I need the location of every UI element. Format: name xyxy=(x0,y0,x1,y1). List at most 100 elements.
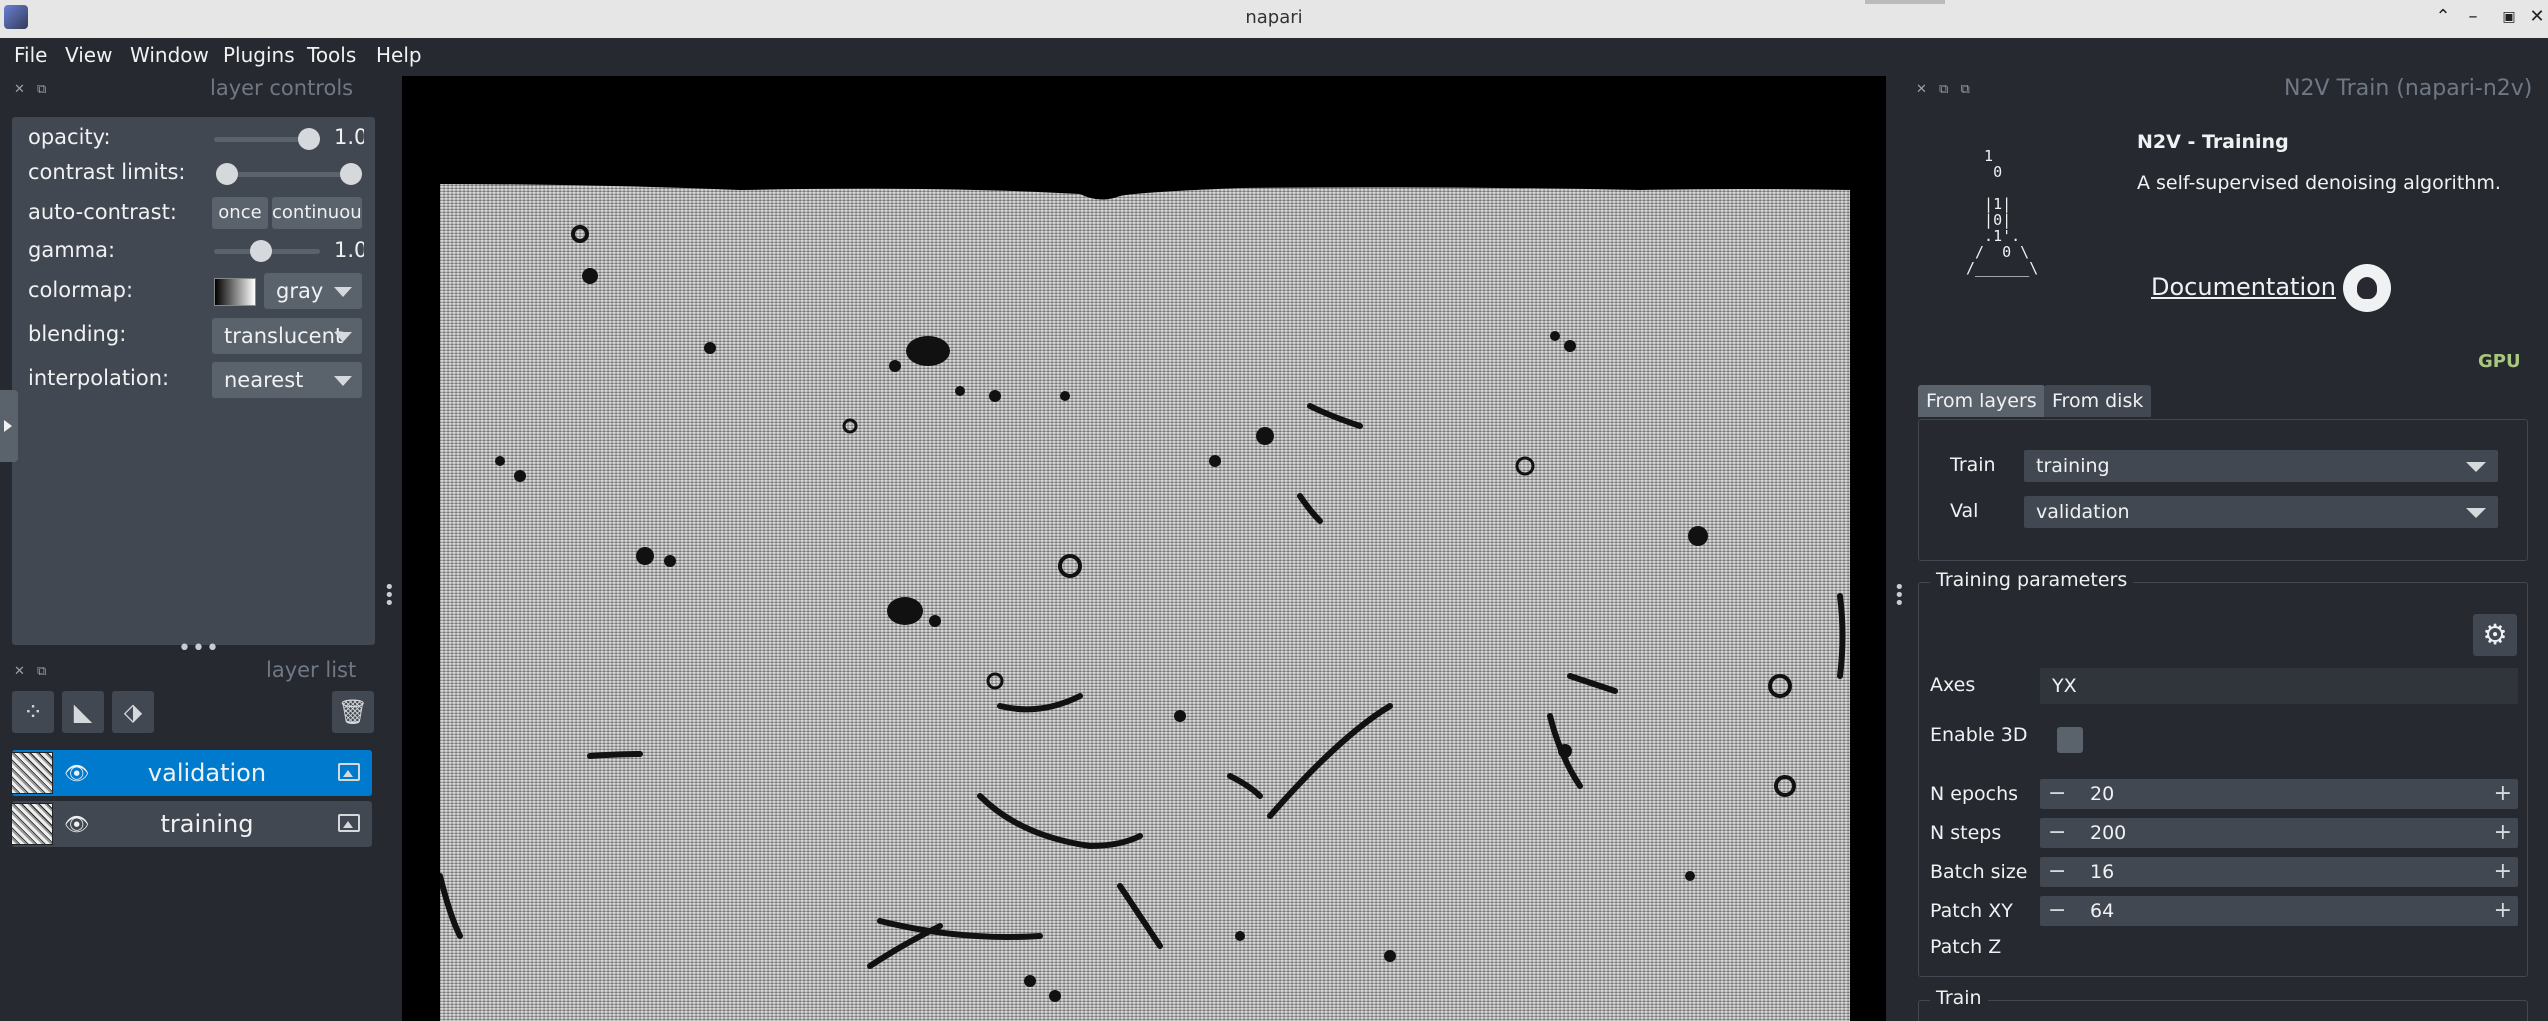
viewer-canvas[interactable] xyxy=(402,76,1886,1021)
maximize-window-icon[interactable]: ▣ xyxy=(2498,6,2520,28)
layer-controls-dock-buttons[interactable]: ✕ ⧉ xyxy=(14,82,50,97)
auto-contrast-once-button[interactable]: once xyxy=(212,197,268,229)
opacity-slider-handle[interactable] xyxy=(298,128,320,150)
val-layer-select[interactable]: validation xyxy=(2024,496,2498,528)
blending-select[interactable]: translucent xyxy=(212,318,362,354)
batch-size-label: Batch size xyxy=(1930,861,2028,883)
opacity-label: opacity: xyxy=(28,125,111,149)
tab-from-disk[interactable]: From disk xyxy=(2044,385,2152,417)
plus-icon[interactable]: + xyxy=(2494,896,2512,926)
n2v-subtitle: A self-supervised denoising algorithm. xyxy=(2137,172,2501,194)
gamma-value: 1.0 xyxy=(334,238,364,262)
layer-row-training[interactable]: 👁 training xyxy=(11,801,372,847)
window-title: napari xyxy=(1245,7,1303,28)
colormap-label: colormap: xyxy=(28,278,134,302)
menu-help[interactable]: Help xyxy=(376,43,422,67)
enable-3d-label: Enable 3D xyxy=(1930,724,2028,746)
train-section-title: Train xyxy=(1930,987,1988,1009)
github-icon[interactable] xyxy=(2343,264,2391,312)
contrast-limits-slider[interactable] xyxy=(224,172,352,177)
n-epochs-value: 20 xyxy=(2090,783,2115,805)
patch-xy-spinbox[interactable]: − 64 + xyxy=(2040,896,2518,926)
chevron-down-icon xyxy=(2466,462,2486,472)
visibility-eye-icon[interactable]: 👁 xyxy=(64,761,89,785)
layer-list-dock-title: layer list xyxy=(266,658,357,682)
contrast-limits-max-handle[interactable] xyxy=(340,163,362,185)
documentation-link[interactable]: Documentation xyxy=(2151,273,2336,301)
canvas-right-splitter[interactable]: • • • xyxy=(1894,579,1905,613)
gamma-slider-handle[interactable] xyxy=(250,240,272,262)
image-features xyxy=(440,176,1850,1002)
image-layer-display xyxy=(440,176,1850,1021)
minimize-window-icon[interactable]: – xyxy=(2462,6,2484,28)
interpolation-select-value: nearest xyxy=(224,368,304,392)
menu-view[interactable]: View xyxy=(65,43,112,67)
layer-name: training xyxy=(160,810,254,838)
menu-bar: File View Window Plugins Tools Help xyxy=(0,38,2548,76)
val-layer-value: validation xyxy=(2036,501,2130,523)
contrast-limits-label: contrast limits: xyxy=(28,160,186,184)
menu-tools[interactable]: Tools xyxy=(307,43,356,67)
n-epochs-label: N epochs xyxy=(1930,783,2019,805)
menu-window[interactable]: Window xyxy=(130,43,209,67)
plus-icon[interactable]: + xyxy=(2494,779,2512,809)
colormap-select[interactable]: gray xyxy=(264,273,362,309)
training-parameters-title: Training parameters xyxy=(1930,569,2134,591)
new-shapes-layer-button[interactable]: ◣ xyxy=(62,691,104,733)
axes-input[interactable]: YX xyxy=(2040,668,2518,704)
napari-window: napari ⌃ – ▣ ✕ File View Window Plugins … xyxy=(0,0,2548,1021)
layer-list-dock-buttons[interactable]: ✕ ⧉ xyxy=(14,664,50,679)
new-labels-layer-button[interactable]: ⬗ xyxy=(112,691,154,733)
interpolation-label: interpolation: xyxy=(28,366,170,390)
auto-contrast-label: auto-contrast: xyxy=(28,200,177,224)
n-steps-spinbox[interactable]: − 200 + xyxy=(2040,818,2518,848)
new-points-layer-button[interactable]: ⁘ xyxy=(12,691,54,733)
train-section-frame xyxy=(1918,1000,2528,1021)
canvas-left-splitter[interactable]: • • • xyxy=(384,579,396,613)
n-epochs-spinbox[interactable]: − 20 + xyxy=(2040,779,2518,809)
close-window-icon[interactable]: ✕ xyxy=(2526,6,2548,28)
colormap-preview xyxy=(214,278,256,306)
minus-icon[interactable]: − xyxy=(2048,818,2066,848)
layer-thumbnail xyxy=(11,752,53,794)
menu-plugins[interactable]: Plugins xyxy=(223,43,295,67)
interpolation-select[interactable]: nearest xyxy=(212,362,362,398)
plugin-dock-buttons[interactable]: ✕ ⧉ ⧉ xyxy=(1916,82,1974,97)
train-layer-select[interactable]: training xyxy=(2024,450,2498,482)
plus-icon[interactable]: + xyxy=(2494,818,2512,848)
data-selection-frame xyxy=(1918,419,2528,561)
tab-from-layers[interactable]: From layers xyxy=(1918,385,2045,417)
patch-xy-label: Patch XY xyxy=(1930,900,2013,922)
batch-size-spinbox[interactable]: − 16 + xyxy=(2040,857,2518,887)
labels-tag-icon: ⬗ xyxy=(123,698,143,726)
delete-layer-button[interactable]: 🗑 xyxy=(332,691,374,733)
minus-icon[interactable]: − xyxy=(2048,896,2066,926)
visibility-eye-icon[interactable]: 👁 xyxy=(64,812,89,836)
shapes-icon: ◣ xyxy=(73,698,93,726)
patch-xy-value: 64 xyxy=(2090,900,2115,922)
chevron-down-icon xyxy=(334,376,352,386)
layer-row-validation[interactable]: 👁 validation xyxy=(11,750,372,796)
auto-contrast-continuous-button[interactable]: continuous xyxy=(272,197,362,229)
blending-label: blending: xyxy=(28,322,127,346)
minus-icon[interactable]: − xyxy=(2048,857,2066,887)
enable-3d-checkbox[interactable] xyxy=(2057,727,2083,753)
dock-expand-handle[interactable] xyxy=(0,390,18,462)
n-steps-value: 200 xyxy=(2090,822,2127,844)
image-layer-icon xyxy=(338,814,360,832)
plus-icon[interactable]: + xyxy=(2494,857,2512,887)
n-steps-label: N steps xyxy=(1930,822,2002,844)
expand-arrow-icon xyxy=(4,420,12,432)
menu-file[interactable]: File xyxy=(14,43,47,67)
train-layer-label: Train xyxy=(1950,454,1996,476)
collapse-window-icon[interactable]: ⌃ xyxy=(2432,6,2454,28)
image-layer-icon xyxy=(338,763,360,781)
advanced-settings-button[interactable]: ⚙ xyxy=(2473,614,2517,656)
colormap-select-value: gray xyxy=(276,279,324,303)
contrast-limits-min-handle[interactable] xyxy=(216,163,238,185)
title-bar-tab-indicator xyxy=(1865,0,1945,4)
plugin-dock-title: N2V Train (napari-n2v) xyxy=(2284,76,2533,101)
trash-icon: 🗑 xyxy=(337,698,369,726)
minus-icon[interactable]: − xyxy=(2048,779,2066,809)
dock-splitter-handle[interactable]: ••• xyxy=(178,636,220,661)
